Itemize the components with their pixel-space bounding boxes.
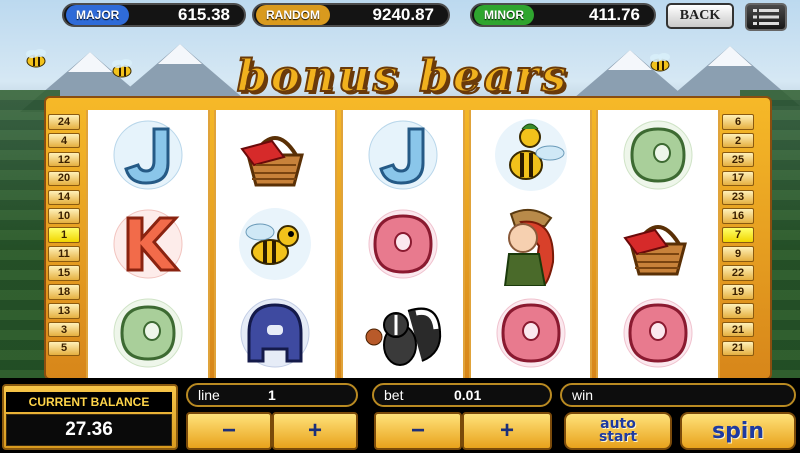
payline-indicators-right: 6 2 25 17 23 16 7 9 22 19 8 21 21 (722, 114, 754, 357)
back-button[interactable]: BACK (666, 3, 734, 29)
jackpot-minor-label: MINOR (474, 5, 534, 25)
payline-number[interactable]: 16 (722, 208, 754, 225)
payline-number[interactable]: 4 (48, 132, 80, 149)
payline-number[interactable]: 12 (48, 151, 80, 168)
balance-label: CURRENT BALANCE (6, 392, 172, 412)
letter-q-symbol (608, 291, 708, 375)
payline-number[interactable]: 10 (48, 208, 80, 225)
reel-5 (596, 110, 720, 378)
payline-number[interactable]: 23 (722, 189, 754, 206)
reels (86, 110, 720, 378)
reel-3 (341, 110, 465, 378)
jackpot-major: MAJOR 615.38 (62, 3, 246, 27)
menu-button[interactable] (745, 3, 787, 31)
game-logo-text: bonus bears (236, 50, 570, 103)
jackpot-random: RANDOM 9240.87 (252, 3, 450, 27)
jackpot-minor: MINOR 411.76 (470, 3, 656, 27)
reel-4 (468, 110, 593, 378)
payline-number[interactable]: 20 (48, 170, 80, 187)
letter-a-blue-symbol (225, 291, 325, 375)
win-label: win (572, 387, 594, 403)
letter-q-symbol (481, 291, 581, 375)
letter-j-symbol (98, 113, 198, 197)
jackpot-random-label: RANDOM (256, 5, 330, 25)
bee-symbol (225, 202, 325, 286)
auto-start-button[interactable]: auto start (564, 412, 672, 450)
spin-button[interactable]: spin (680, 412, 796, 450)
payline-number-active[interactable]: 1 (48, 227, 80, 243)
reel-1 (86, 110, 210, 378)
payline-number[interactable]: 8 (722, 302, 754, 319)
picnic-basket-symbol (225, 113, 325, 197)
line-plus-button[interactable]: + (272, 412, 358, 450)
skunk-symbol (353, 291, 453, 375)
bet-value: 0.01 (454, 387, 482, 403)
payline-number[interactable]: 24 (48, 114, 80, 130)
payline-number[interactable]: 18 (48, 284, 80, 300)
bet-minus-button[interactable]: − (374, 412, 462, 450)
line-value: 1 (268, 387, 276, 403)
top-bar: MAJOR 615.38 RANDOM 9240.87 MINOR 411.76… (0, 0, 800, 34)
payline-number[interactable]: 13 (48, 302, 80, 319)
picnic-basket-symbol (608, 202, 708, 286)
balance-value: 27.36 (6, 414, 172, 446)
payline-number-active[interactable]: 7 (722, 227, 754, 243)
bet-label: bet (384, 387, 404, 403)
payline-number[interactable]: 21 (722, 321, 754, 338)
bet-display: bet 0.01 (372, 383, 552, 407)
payline-number[interactable]: 11 (48, 246, 80, 262)
jackpot-major-label: MAJOR (66, 5, 130, 25)
payline-number[interactable]: 9 (722, 246, 754, 262)
line-label: line (198, 387, 220, 403)
letter-a-green-symbol (608, 113, 708, 197)
payline-number[interactable]: 14 (48, 189, 80, 206)
letter-q-symbol (353, 202, 453, 286)
bee-symbol (481, 113, 581, 197)
line-minus-button[interactable]: − (186, 412, 272, 450)
letter-j-symbol (353, 113, 453, 197)
flying-bee-icon (112, 59, 132, 78)
flying-bee-icon (650, 53, 670, 72)
payline-number[interactable]: 2 (722, 132, 754, 149)
jackpot-major-value: 615.38 (178, 5, 230, 24)
payline-number[interactable]: 15 (48, 265, 80, 281)
menu-icon (753, 9, 779, 25)
line-display: line 1 (186, 383, 358, 407)
reel-2 (213, 110, 338, 378)
letter-a-green-symbol (98, 291, 198, 375)
payline-number[interactable]: 6 (722, 114, 754, 130)
payline-number[interactable]: 21 (722, 340, 754, 357)
letter-k-symbol (98, 202, 198, 286)
payline-number[interactable]: 22 (722, 265, 754, 281)
payline-indicators-left: 24 4 12 20 14 10 1 11 15 18 13 3 5 (48, 114, 80, 357)
jackpot-minor-value: 411.76 (588, 5, 640, 24)
jackpot-random-value: 9240.87 (372, 5, 434, 24)
payline-number[interactable]: 19 (722, 284, 754, 300)
game-logo: bonus bears (218, 46, 588, 106)
payline-number[interactable]: 3 (48, 321, 80, 338)
bet-plus-button[interactable]: + (462, 412, 552, 450)
payline-number[interactable]: 17 (722, 170, 754, 187)
win-display: win (560, 383, 796, 407)
payline-number[interactable]: 25 (722, 151, 754, 168)
flying-bee-icon (26, 49, 46, 68)
payline-number[interactable]: 5 (48, 340, 80, 357)
auto-start-label-line2: start (598, 429, 638, 445)
ranger-girl-symbol (481, 202, 581, 286)
